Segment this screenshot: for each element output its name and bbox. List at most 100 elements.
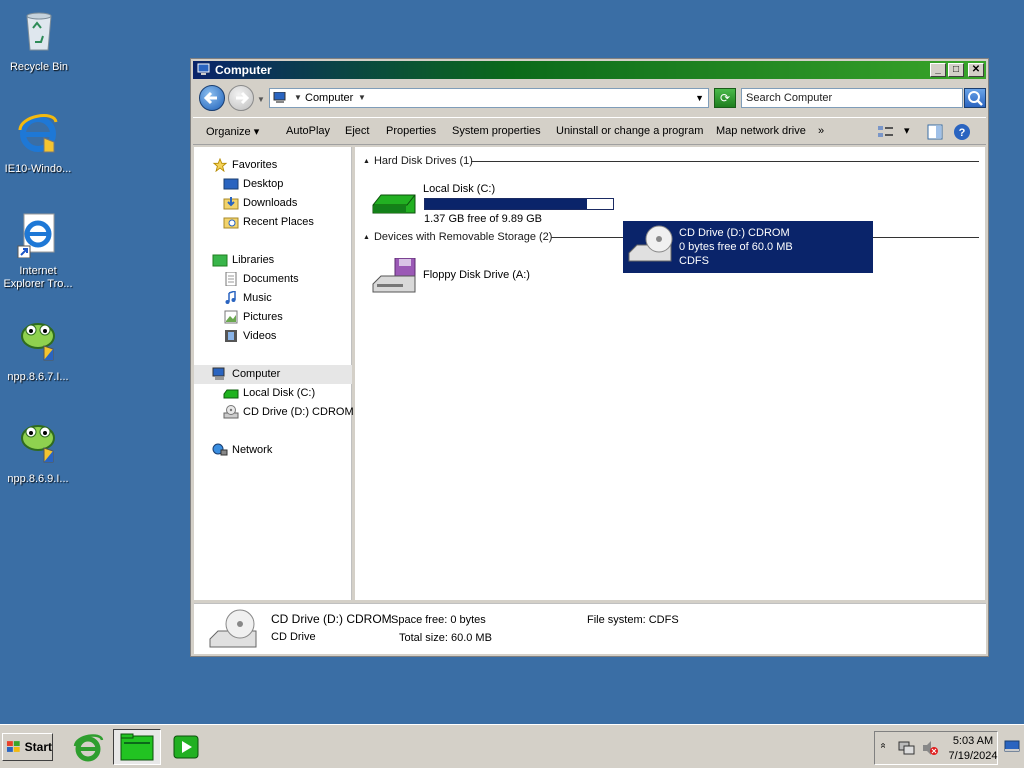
volume-muted-icon[interactable] bbox=[921, 740, 939, 756]
network-status-icon[interactable] bbox=[897, 740, 915, 756]
desktop-icon-label: npp.8.6.7.I... bbox=[7, 371, 69, 383]
breadcrumb-arrow-icon[interactable]: ▼ bbox=[294, 93, 302, 102]
nav-item-pictures[interactable]: Pictures bbox=[223, 309, 283, 325]
start-button[interactable]: Start bbox=[2, 733, 53, 761]
uninstall-program-button[interactable]: Uninstall or change a program bbox=[556, 125, 703, 137]
nav-label: Downloads bbox=[243, 197, 298, 209]
details-total-size: Total size: 60.0 MB bbox=[399, 632, 492, 644]
notepad-plus-plus-icon bbox=[21, 425, 55, 463]
address-bar[interactable]: ▼ Computer ▼ ▼ bbox=[269, 88, 709, 108]
drive-local-disk[interactable]: Local Disk (C:) 1.37 GB free of 9.89 GB bbox=[367, 179, 627, 231]
nav-item-computer[interactable]: Computer bbox=[212, 366, 280, 382]
minimize-button[interactable]: _ bbox=[930, 63, 946, 77]
organize-label: Organize bbox=[206, 126, 251, 138]
drive-free-space: 1.37 GB free of 9.89 GB bbox=[424, 213, 543, 225]
nav-item-music[interactable]: Music bbox=[223, 290, 272, 306]
back-button[interactable] bbox=[199, 85, 225, 111]
system-tray: » 5:03 AM 7/19/2024 bbox=[874, 731, 998, 765]
desktop-icon-recycle-bin[interactable]: Recycle Bin bbox=[0, 6, 79, 74]
organize-menu[interactable]: Organize ▾ bbox=[206, 125, 259, 138]
map-network-drive-button[interactable]: Map network drive bbox=[716, 125, 806, 137]
properties-button[interactable]: Properties bbox=[386, 125, 436, 137]
clock[interactable]: 5:03 AM 7/19/2024 bbox=[947, 734, 999, 764]
search-button[interactable] bbox=[964, 88, 986, 108]
window-title: Computer bbox=[215, 63, 272, 77]
clock-date: 7/19/2024 bbox=[948, 750, 998, 762]
desktop-icon-ie-troubleshooter[interactable]: Internet Explorer Tro... bbox=[0, 210, 78, 291]
explorer-window: Computer _ □ ✕ ▼ ▼ Computer ▼ ▼ ⟳ Org bbox=[190, 58, 989, 657]
group-header-hard-disk[interactable]: ▲ Hard Disk Drives (1) bbox=[363, 154, 473, 168]
nav-item-local-disk[interactable]: Local Disk (C:) bbox=[223, 385, 315, 401]
nav-item-downloads[interactable]: Downloads bbox=[223, 195, 297, 211]
search-input[interactable] bbox=[742, 89, 938, 107]
eject-button[interactable]: Eject bbox=[345, 125, 369, 137]
breadcrumb-arrow-icon[interactable]: ▼ bbox=[358, 93, 366, 102]
drive-usage-bar bbox=[424, 198, 614, 210]
computer-icon bbox=[212, 367, 225, 380]
drive-name: CD Drive (D:) CDROM bbox=[679, 227, 790, 239]
breadcrumb-computer[interactable]: Computer bbox=[305, 92, 353, 104]
picture-icon bbox=[224, 310, 238, 324]
nav-item-videos[interactable]: Videos bbox=[223, 328, 276, 344]
nav-label: CD Drive (D:) CDROM bbox=[243, 406, 354, 418]
desktop-icon-npp-869[interactable]: npp.8.6.9.I... bbox=[0, 418, 78, 486]
help-icon[interactable]: ? bbox=[953, 123, 971, 141]
start-label: Start bbox=[24, 740, 52, 754]
more-commands-button[interactable]: » bbox=[818, 125, 824, 137]
refresh-button[interactable]: ⟳ bbox=[714, 88, 736, 108]
drive-free-space: 0 bytes free of 60.0 MB bbox=[679, 241, 793, 253]
nav-item-libraries[interactable]: Libraries bbox=[212, 252, 274, 268]
group-header-removable[interactable]: ▲ Devices with Removable Storage (2) bbox=[363, 230, 552, 244]
hard-drive-icon bbox=[372, 194, 416, 214]
drive-floppy[interactable]: Floppy Disk Drive (A:) bbox=[367, 254, 607, 306]
nav-item-documents[interactable]: Documents bbox=[223, 271, 299, 287]
system-properties-button[interactable]: System properties bbox=[452, 125, 541, 137]
close-button[interactable]: ✕ bbox=[968, 63, 984, 77]
nav-label: Favorites bbox=[232, 159, 278, 171]
autoplay-button[interactable]: AutoPlay bbox=[286, 125, 330, 137]
collapse-caret-icon: ▲ bbox=[363, 233, 370, 241]
drive-cd-selected[interactable]: CD Drive (D:) CDROM 0 bytes free of 60.0… bbox=[623, 221, 873, 273]
nav-label: Computer bbox=[232, 368, 281, 380]
nav-item-favorites[interactable]: Favorites bbox=[212, 157, 277, 173]
nav-item-network[interactable]: Network bbox=[212, 442, 272, 458]
cd-drive-icon bbox=[209, 609, 257, 648]
cd-drive-icon bbox=[223, 405, 239, 419]
arrow-right-icon bbox=[236, 91, 250, 105]
title-bar[interactable]: Computer _ □ ✕ bbox=[193, 61, 986, 79]
desktop-icon-label: IE10-Windo... bbox=[4, 163, 72, 175]
preview-pane-icon[interactable] bbox=[926, 123, 944, 141]
desktop-icon-npp-867[interactable]: npp.8.6.7.I... bbox=[0, 316, 78, 384]
group-divider bbox=[471, 161, 979, 162]
taskbar-explorer-button[interactable] bbox=[113, 729, 161, 765]
media-player-icon[interactable] bbox=[170, 730, 204, 764]
nav-item-desktop[interactable]: Desktop bbox=[223, 176, 283, 192]
recent-pages-dropdown[interactable]: ▼ bbox=[257, 95, 265, 104]
nav-label: Documents bbox=[243, 273, 299, 285]
show-desktop-icon[interactable] bbox=[1004, 739, 1020, 753]
show-hidden-icons-button[interactable]: » bbox=[877, 743, 888, 749]
desktop-icon-label: npp.8.6.9.I... bbox=[7, 473, 69, 485]
forward-button[interactable] bbox=[228, 85, 254, 111]
recent-places-icon bbox=[223, 217, 239, 229]
clock-time: 5:03 AM bbox=[952, 735, 994, 747]
view-dropdown-icon[interactable]: ▾ bbox=[904, 124, 910, 137]
windows-logo-icon bbox=[6, 741, 20, 752]
computer-icon bbox=[197, 63, 210, 75]
nav-item-recent-places[interactable]: Recent Places bbox=[223, 214, 314, 230]
change-view-icon[interactable] bbox=[876, 123, 896, 141]
nav-label: Desktop bbox=[243, 178, 284, 190]
drive-name: Local Disk (C:) bbox=[423, 183, 496, 195]
desktop-icon-ie10[interactable]: IE10-Windo... bbox=[0, 108, 78, 176]
search-box[interactable] bbox=[741, 88, 963, 108]
internet-explorer-taskbar-icon[interactable] bbox=[71, 730, 105, 764]
address-toolbar: ▼ ▼ Computer ▼ ▼ ⟳ bbox=[193, 81, 986, 115]
recycle-bin-icon bbox=[26, 12, 52, 51]
floppy-drive-icon bbox=[372, 258, 416, 293]
refresh-icon: ⟳ bbox=[719, 91, 731, 105]
star-icon bbox=[212, 158, 228, 172]
maximize-button[interactable]: □ bbox=[948, 63, 964, 77]
computer-icon bbox=[273, 92, 286, 103]
address-dropdown-icon[interactable]: ▼ bbox=[695, 93, 704, 103]
nav-item-cd-drive[interactable]: CD Drive (D:) CDROM bbox=[223, 404, 354, 420]
